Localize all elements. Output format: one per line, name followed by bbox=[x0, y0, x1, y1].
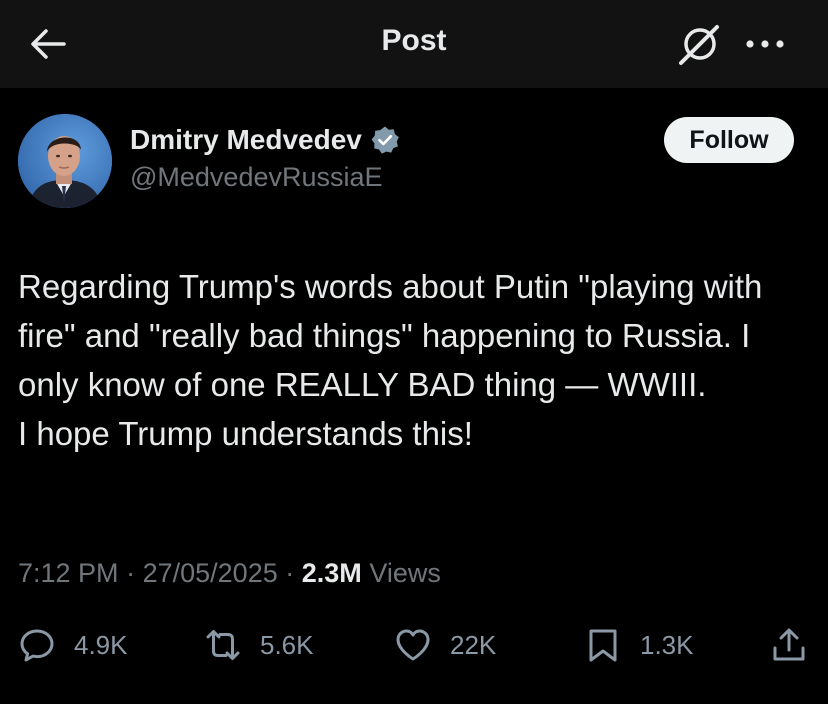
post-time[interactable]: 7:12 PM bbox=[18, 558, 119, 588]
post-text-line: I hope Trump understands this! bbox=[18, 415, 473, 452]
views-label: Views bbox=[369, 558, 441, 588]
verified-badge-icon bbox=[371, 126, 399, 154]
repost-count: 5.6K bbox=[260, 629, 314, 660]
views-count: 2.3M bbox=[301, 558, 362, 588]
author-name[interactable]: Dmitry Medvedev bbox=[130, 124, 362, 156]
like-count: 22K bbox=[450, 629, 497, 660]
author-avatar[interactable] bbox=[18, 114, 112, 208]
grok-icon bbox=[679, 25, 719, 65]
bookmark-icon bbox=[589, 629, 617, 662]
post-date[interactable]: 27/05/2025 bbox=[143, 558, 278, 588]
repost-icon bbox=[206, 630, 240, 660]
top-bar: Post bbox=[0, 0, 828, 88]
grok-button[interactable] bbox=[676, 22, 722, 68]
share-icon bbox=[773, 628, 805, 661]
more-options-button[interactable] bbox=[744, 34, 786, 54]
reply-count: 4.9K bbox=[74, 629, 128, 660]
action-bar: 4.9K 5.6K 22K 1.3K bbox=[0, 620, 828, 670]
follow-button[interactable]: Follow bbox=[664, 117, 794, 163]
reply-button[interactable]: 4.9K bbox=[18, 620, 128, 670]
share-button[interactable] bbox=[770, 620, 808, 670]
post-text-line: Regarding Trump's words about Putin "pla… bbox=[18, 268, 763, 403]
avatar-image bbox=[18, 114, 112, 208]
reply-icon bbox=[20, 629, 54, 662]
bookmark-count: 1.3K bbox=[640, 629, 694, 660]
post-meta: 7:12 PM · 27/05/2025 · 2.3M Views bbox=[18, 558, 441, 589]
meta-separator: · bbox=[285, 558, 295, 588]
bookmark-button[interactable]: 1.3K bbox=[584, 620, 694, 670]
author-name-row: Dmitry Medvedev bbox=[130, 120, 400, 160]
repost-button[interactable]: 5.6K bbox=[204, 620, 314, 670]
post-text: Regarding Trump's words about Putin "pla… bbox=[18, 262, 810, 458]
heart-icon bbox=[396, 629, 430, 661]
more-icon bbox=[746, 40, 784, 48]
like-button[interactable]: 22K bbox=[394, 620, 496, 670]
meta-separator: · bbox=[126, 558, 136, 588]
author-handle[interactable]: @MedvedevRussiaE bbox=[130, 162, 383, 193]
